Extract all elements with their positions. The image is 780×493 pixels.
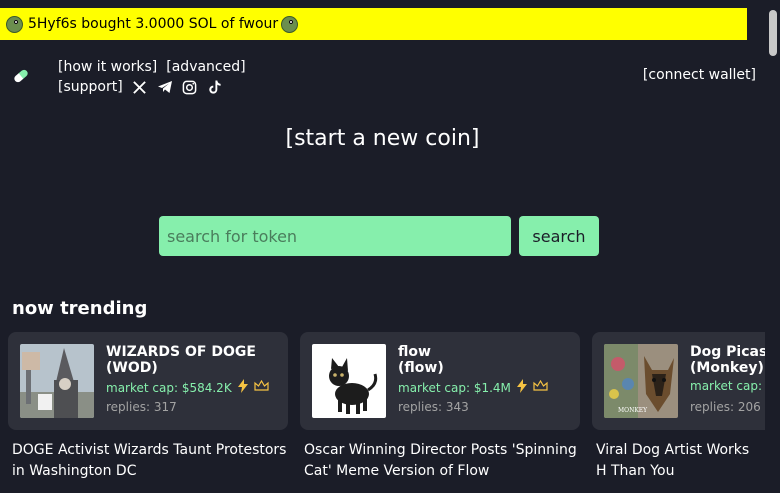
telegram-icon[interactable] bbox=[157, 79, 173, 95]
trending-heading: now trending bbox=[12, 298, 148, 319]
crown-icon bbox=[533, 379, 548, 395]
trending-headline[interactable]: Viral Dog Artist Works H Than You bbox=[596, 440, 764, 482]
market-cap: market cap: $1.4M bbox=[398, 379, 548, 396]
token-name: WIZARDS OF DOGE (WOD) bbox=[106, 344, 256, 376]
replies-count: replies: 206 bbox=[690, 400, 761, 414]
token-image: MONKEY bbox=[604, 344, 678, 418]
lightning-icon bbox=[516, 379, 527, 396]
trending-headline[interactable]: Oscar Winning Director Posts 'Spinning C… bbox=[304, 440, 586, 482]
tiktok-icon[interactable] bbox=[207, 79, 223, 95]
trending-headline[interactable]: DOGE Activist Wizards Taunt Protestors i… bbox=[12, 440, 294, 482]
search-button[interactable]: search bbox=[519, 216, 599, 256]
replies-count: replies: 343 bbox=[398, 400, 469, 414]
trending-card-monkey[interactable]: MONKEY Dog Picas (Monkey) market cap: re… bbox=[592, 332, 765, 430]
pill-logo-icon[interactable] bbox=[11, 66, 31, 86]
token-name: flow (flow) bbox=[398, 344, 444, 376]
trending-card-wod[interactable]: WIZARDS OF DOGE (WOD) market cap: $584.2… bbox=[8, 332, 288, 430]
trade-ticker[interactable]: 5Hyf6s bought 3.0000 SOL of fwour bbox=[0, 8, 747, 40]
scrollbar[interactable] bbox=[765, 0, 780, 493]
frog-token-icon bbox=[281, 15, 299, 33]
x-twitter-icon[interactable] bbox=[132, 79, 148, 95]
token-image bbox=[20, 344, 94, 418]
how-it-works-link[interactable]: [how it works] bbox=[58, 57, 157, 77]
scrollbar-thumb[interactable] bbox=[769, 10, 777, 56]
crown-icon bbox=[254, 379, 269, 395]
start-new-coin-link[interactable]: [start a new coin] bbox=[0, 126, 765, 151]
advanced-link[interactable]: [advanced] bbox=[166, 57, 245, 77]
market-cap: market cap: $584.2K bbox=[106, 379, 269, 396]
image-caption: MONKEY bbox=[618, 407, 648, 414]
frog-avatar-icon bbox=[6, 15, 23, 33]
support-link[interactable]: [support] bbox=[58, 77, 123, 97]
instagram-icon[interactable] bbox=[182, 79, 198, 95]
ticker-text: 5Hyf6s bought 3.0000 SOL of fwour bbox=[28, 16, 279, 32]
market-cap: market cap: bbox=[690, 379, 763, 393]
top-nav: [how it works] [advanced] [support] bbox=[58, 57, 246, 97]
lightning-icon bbox=[237, 379, 248, 396]
connect-wallet-button[interactable]: [connect wallet] bbox=[643, 67, 756, 83]
trending-card-flow[interactable]: flow (flow) market cap: $1.4M replies: 3… bbox=[300, 332, 580, 430]
token-name: Dog Picas (Monkey) bbox=[690, 344, 765, 376]
replies-count: replies: 317 bbox=[106, 400, 177, 414]
search-input[interactable] bbox=[159, 216, 511, 256]
token-image bbox=[312, 344, 386, 418]
